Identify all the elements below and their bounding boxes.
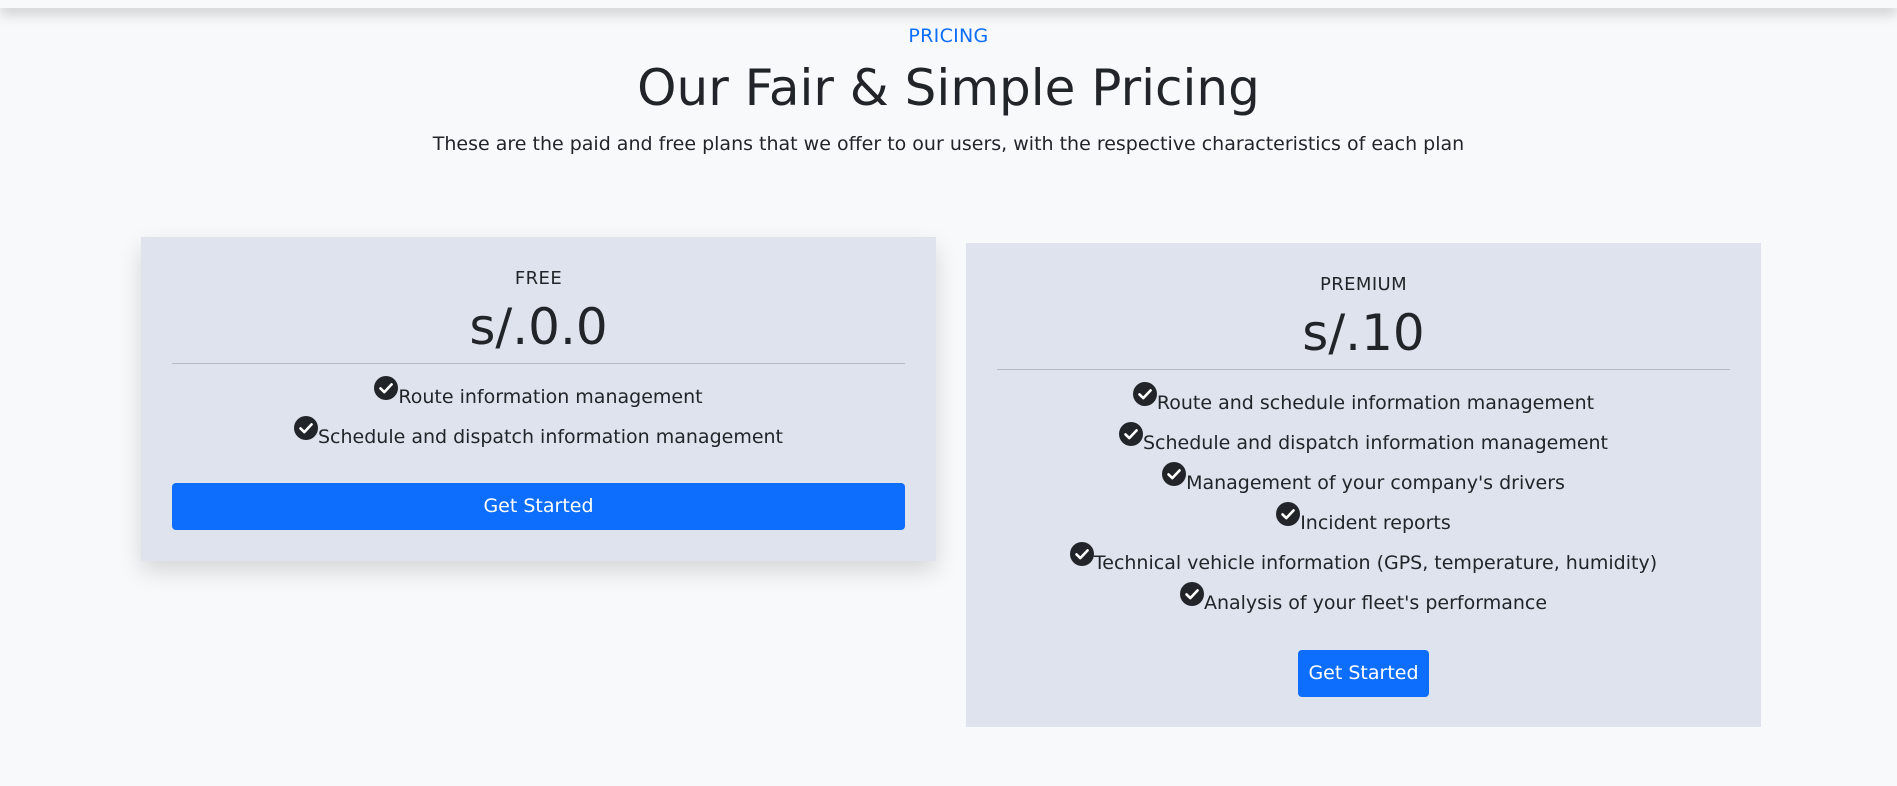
feature-text: Incident reports xyxy=(1300,512,1451,534)
check-circle-icon xyxy=(1179,582,1204,606)
feature-text: Route information management xyxy=(398,386,703,408)
pricing-card-free: FREE s/.0.0 Route information management… xyxy=(141,237,936,561)
feature-item: Analysis of your fleet's performance xyxy=(997,582,1730,622)
feature-text: Analysis of your fleet's performance xyxy=(1203,592,1548,614)
feature-list: Route information management Schedule an… xyxy=(172,376,905,456)
check-circle-icon xyxy=(1162,462,1187,486)
feature-item: Route and schedule information managemen… xyxy=(997,382,1730,422)
feature-item: Schedule and dispatch information manage… xyxy=(172,416,905,456)
divider xyxy=(997,369,1730,370)
check-circle-icon xyxy=(1069,542,1094,566)
feature-item: Incident reports xyxy=(997,502,1730,542)
feature-list: Route and schedule information managemen… xyxy=(997,382,1730,622)
get-started-button-premium[interactable]: Get Started xyxy=(1298,650,1429,697)
check-circle-icon xyxy=(374,376,399,400)
plan-price: s/.10 xyxy=(1302,304,1425,362)
divider xyxy=(172,363,905,364)
get-started-button-free[interactable]: Get Started xyxy=(172,483,905,530)
feature-text: Route and schedule information managemen… xyxy=(1156,392,1595,414)
check-circle-icon xyxy=(1132,382,1157,406)
feature-text: Schedule and dispatch information manage… xyxy=(317,426,784,448)
section-eyebrow: PRICING xyxy=(908,25,989,47)
plan-name: PREMIUM xyxy=(1319,274,1408,295)
feature-item: Technical vehicle information (GPS, temp… xyxy=(997,542,1730,582)
feature-item: Management of your company's drivers xyxy=(997,462,1730,502)
check-circle-icon xyxy=(293,416,318,440)
check-circle-icon xyxy=(1118,422,1143,446)
check-circle-icon xyxy=(1276,502,1301,526)
feature-item: Schedule and dispatch information manage… xyxy=(997,422,1730,462)
page-subtitle: These are the paid and free plans that w… xyxy=(432,133,1465,155)
page-title: Our Fair & Simple Pricing xyxy=(637,59,1260,117)
navbar-shadow-edge xyxy=(0,0,1897,8)
feature-text: Technical vehicle information (GPS, temp… xyxy=(1093,552,1658,574)
feature-text: Schedule and dispatch information manage… xyxy=(1142,432,1609,454)
feature-item: Route information management xyxy=(172,376,905,416)
plan-price: s/.0.0 xyxy=(469,298,608,356)
pricing-card-premium: PREMIUM s/.10 Route and schedule informa… xyxy=(966,243,1761,727)
plan-name: FREE xyxy=(514,268,563,289)
feature-text: Management of your company's drivers xyxy=(1186,472,1565,494)
